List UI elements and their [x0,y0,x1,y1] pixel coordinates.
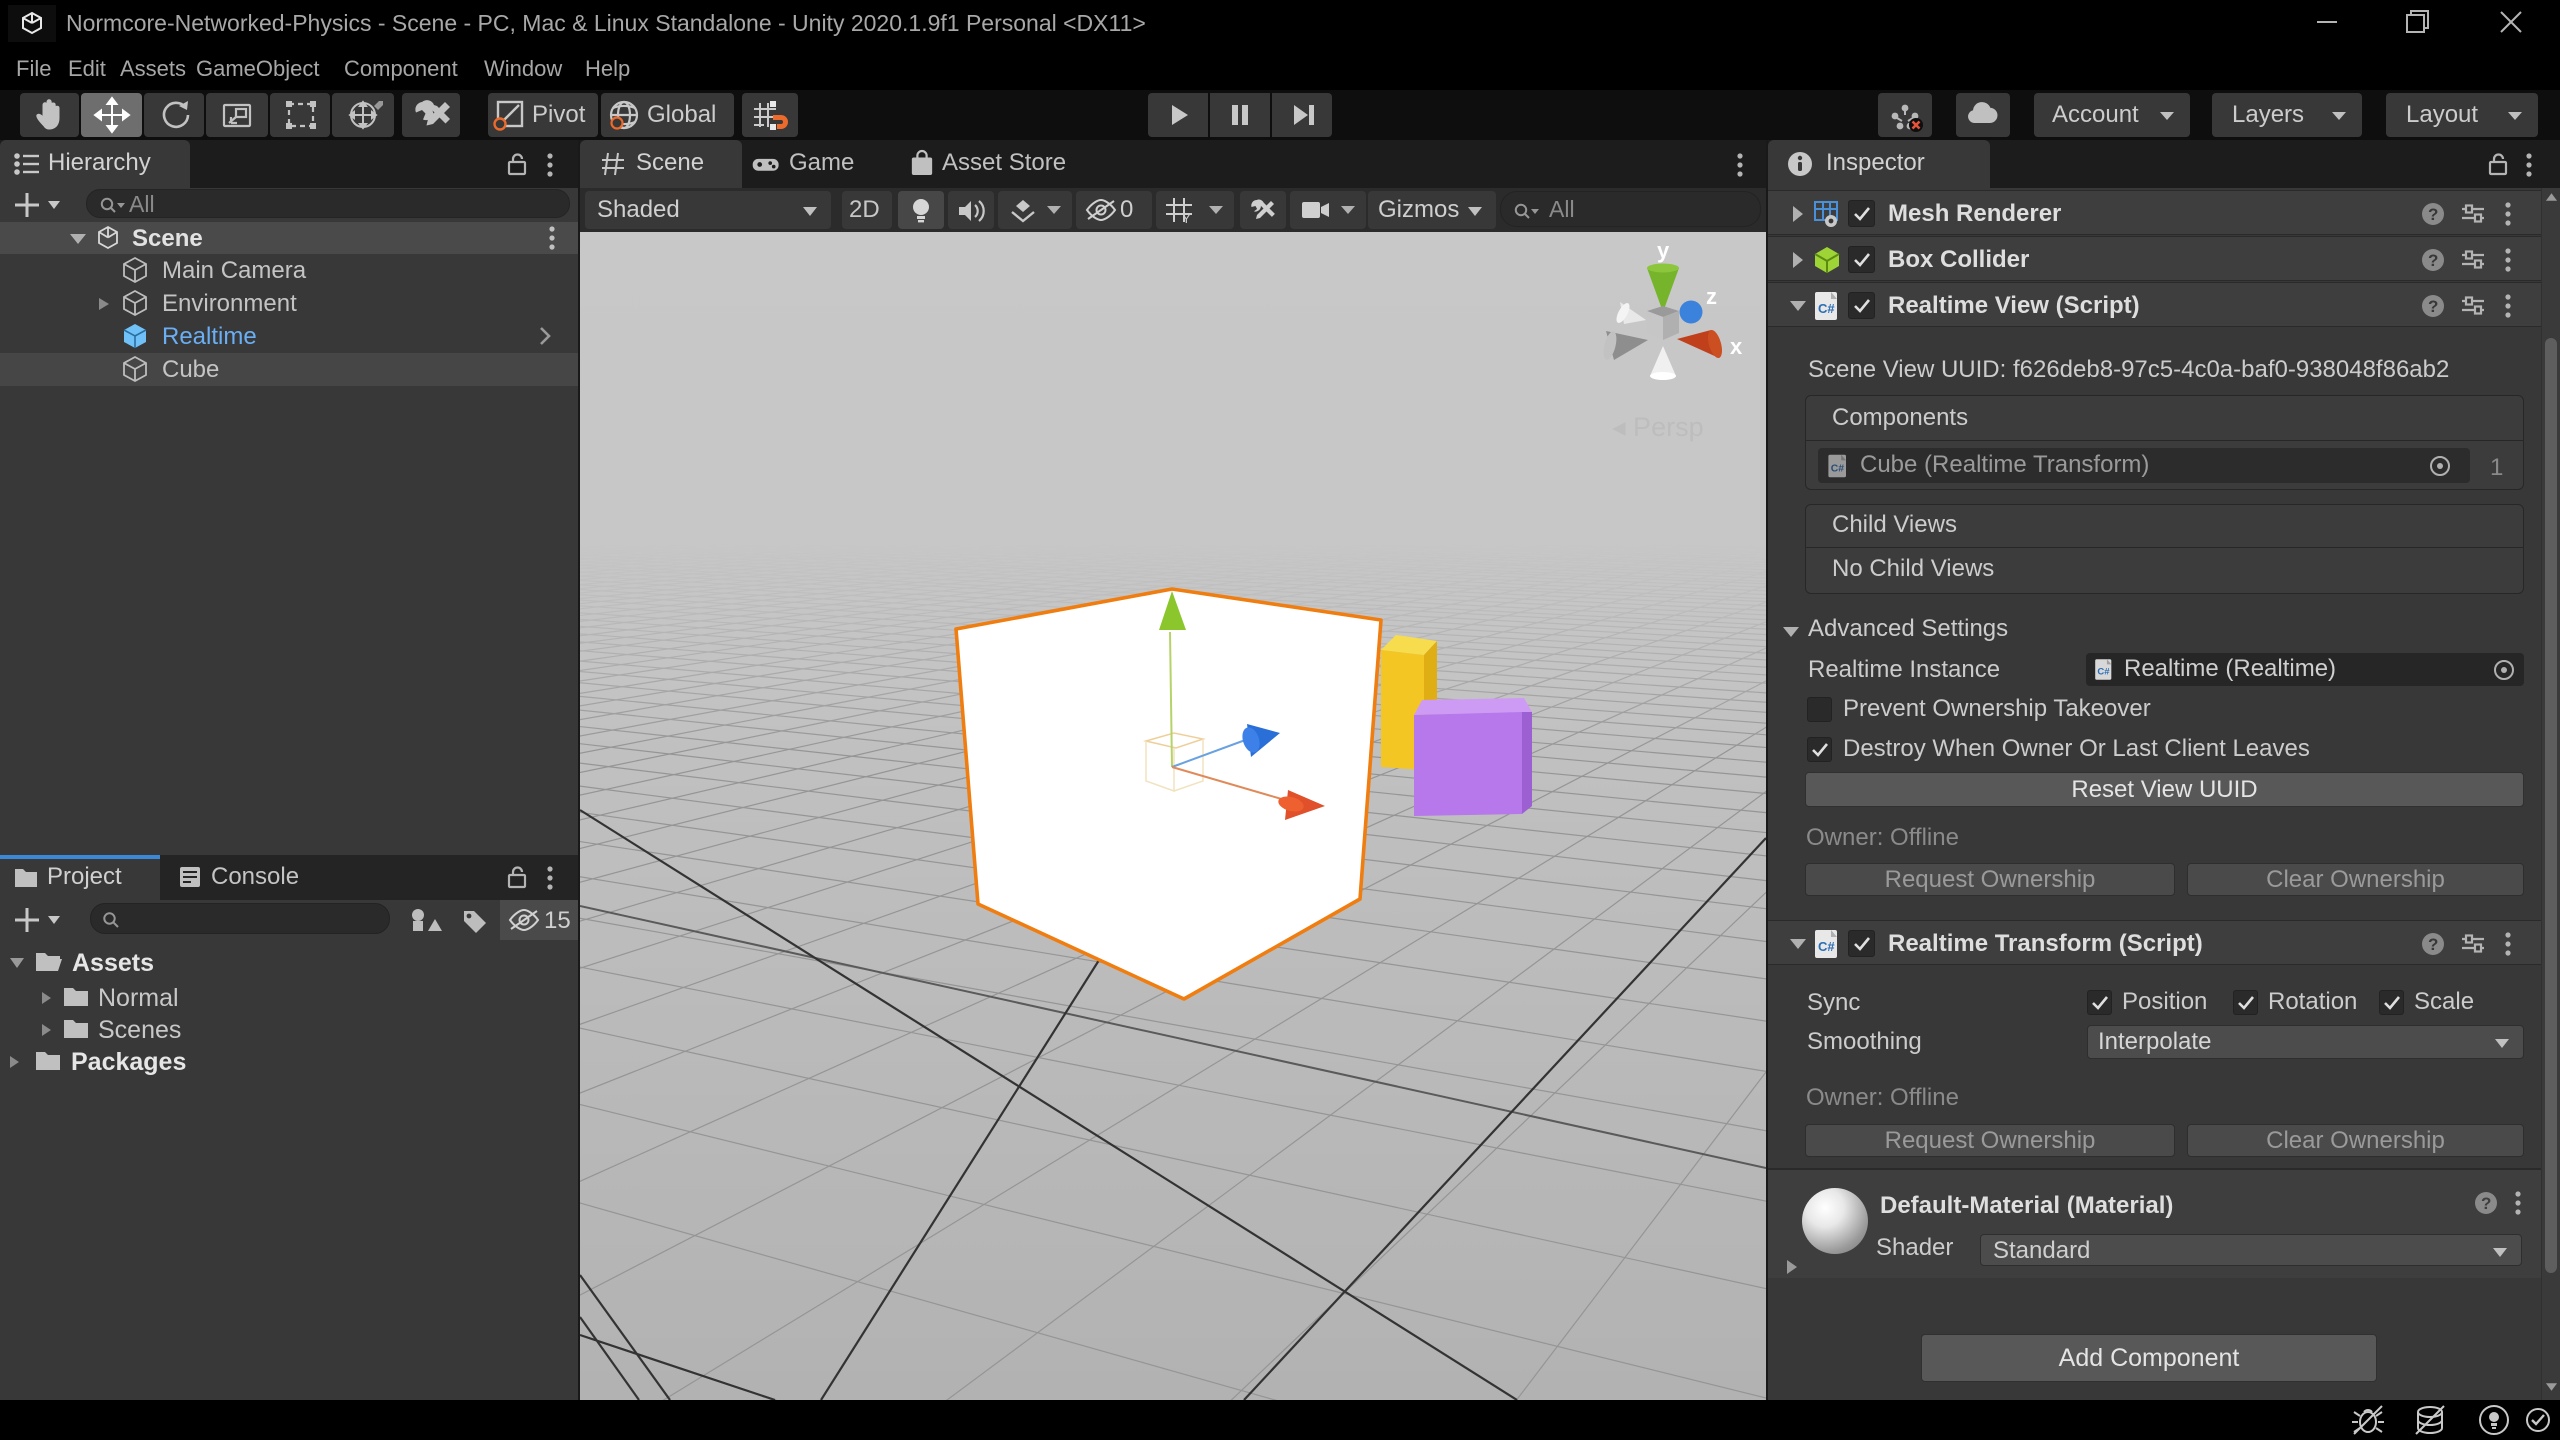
svg-text:?: ? [2428,205,2438,224]
svg-text:C#: C# [1818,939,1835,954]
svg-text:?: ? [2428,935,2438,954]
svg-text:C#: C# [2097,667,2110,678]
svg-text:z: z [1706,284,1717,309]
svg-text:Y: Y [1182,211,1191,224]
svg-text:?: ? [2481,1194,2491,1213]
svg-text:C#: C# [1818,301,1835,316]
svg-text:y: y [1657,238,1670,263]
svg-text:x: x [1730,334,1743,359]
svg-text:?: ? [2428,251,2438,270]
svg-text:C#: C# [1831,464,1845,475]
svg-text:?: ? [2428,297,2438,316]
